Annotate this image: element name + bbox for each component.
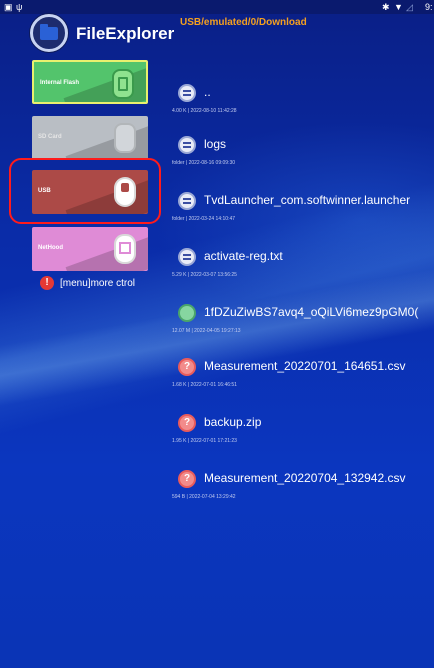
- app-logo: [30, 14, 68, 52]
- file-row[interactable]: 1fDZuZiwBS7avq4_oQiLVi6mez9pGM0( 12.07 M…: [172, 304, 434, 344]
- wifi-icon: ▼: [394, 2, 403, 12]
- unknown-file-icon: ?: [178, 414, 196, 432]
- file-name: logs: [204, 137, 227, 151]
- document-icon: [178, 192, 196, 210]
- notification-icon: ▣: [4, 2, 13, 12]
- file-name: activate-reg.txt: [204, 249, 283, 263]
- file-name: TvdLauncher_com.softwinner.launcher: [204, 193, 411, 207]
- file-meta: 5.29 K | 2022-03-07 13:56:25: [172, 272, 237, 278]
- bluetooth-icon: ✱: [382, 2, 390, 12]
- file-meta: folder | 2022-08-16 09:09:30: [172, 160, 236, 166]
- file-name: Measurement_20220701_164651.csv: [204, 359, 406, 373]
- menu-hint-text: [menu]more ctrol: [60, 277, 136, 289]
- file-row[interactable]: logs folder | 2022-08-16 09:09:30: [172, 136, 434, 176]
- document-icon: [178, 248, 196, 266]
- warning-icon: !: [40, 276, 54, 290]
- storage-label: Internal Flash: [40, 80, 80, 86]
- status-bar: ▣ ψ ✱ ▼ ◿ 9:: [0, 0, 434, 14]
- file-meta: 12.07 M | 2022-04-05 19:27:13: [172, 328, 241, 334]
- file-name: 1fDZuZiwBS7avq4_oQiLVi6mez9pGM0(: [204, 305, 419, 319]
- storage-internal-flash[interactable]: Internal Flash: [32, 60, 148, 104]
- file-row[interactable]: ? Measurement_20220704_132942.csv 594 B …: [172, 470, 434, 510]
- document-icon: [178, 136, 196, 154]
- usb-icon: ψ: [16, 2, 23, 12]
- menu-hint: ! [menu]more ctrol: [40, 276, 135, 290]
- image-icon: [178, 304, 196, 322]
- storage-label: NetHood: [38, 245, 63, 251]
- file-meta: 4.00 K | 2022-08-10 11:42:28: [172, 108, 237, 114]
- storage-sd-card[interactable]: SD Card: [32, 116, 148, 160]
- file-row[interactable]: activate-reg.txt 5.29 K | 2022-03-07 13:…: [172, 248, 434, 288]
- app-title: FileExplorer: [76, 24, 175, 43]
- folder-icon: [40, 24, 58, 40]
- storage-nethood[interactable]: NetHood: [32, 227, 148, 271]
- screen-background: ▣ ψ ✱ ▼ ◿ 9: FileExplorer USB/emulated/0…: [0, 0, 434, 668]
- file-meta: folder | 2022-03-24 14:10:47: [172, 216, 236, 222]
- file-row[interactable]: .. 4.00 K | 2022-08-10 11:42:28: [172, 84, 434, 124]
- selection-highlight: [9, 158, 161, 224]
- file-meta: 1.95 K | 2022-07-01 17:21:23: [172, 438, 237, 444]
- chip-icon: [112, 69, 134, 99]
- file-row[interactable]: ? backup.zip 1.95 K | 2022-07-01 17:21:2…: [172, 414, 434, 454]
- file-name: ..: [204, 85, 211, 99]
- clock: 9:: [425, 2, 433, 12]
- unknown-file-icon: ?: [178, 358, 196, 376]
- file-row[interactable]: TvdLauncher_com.softwinner.launcher fold…: [172, 192, 434, 232]
- signal-icon: ◿: [406, 2, 413, 12]
- network-icon: [114, 234, 136, 264]
- current-path: USB/emulated/0/Download: [180, 17, 307, 28]
- file-meta: 594 B | 2022-07-04 13:29:42: [172, 494, 236, 500]
- file-row[interactable]: ? Measurement_20220701_164651.csv 1.68 K…: [172, 358, 434, 398]
- document-icon: [178, 84, 196, 102]
- sd-card-icon: [114, 123, 136, 153]
- file-meta: 1.68 K | 2022-07-01 16:46:51: [172, 382, 237, 388]
- file-name: Measurement_20220704_132942.csv: [204, 471, 406, 485]
- unknown-file-icon: ?: [178, 470, 196, 488]
- storage-label: SD Card: [38, 134, 62, 140]
- file-name: backup.zip: [204, 415, 262, 429]
